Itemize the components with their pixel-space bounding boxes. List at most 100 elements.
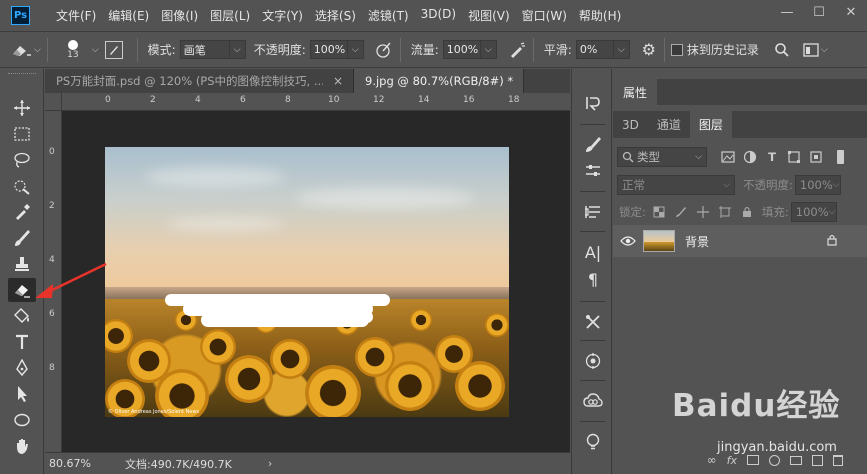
flow-dropdown-arrow-icon[interactable]: ⌵ <box>480 40 497 59</box>
stamp-tool-icon[interactable] <box>8 252 36 276</box>
tab-layers[interactable]: 图层 <box>689 111 732 138</box>
libraries-panel-icon[interactable] <box>583 351 603 371</box>
canvas-workspace[interactable]: © Oliver Andreas Jones/Solent News <box>62 111 570 452</box>
brush-panel-icon[interactable] <box>104 40 123 59</box>
tab-properties[interactable]: 属性 <box>613 79 658 105</box>
lock-position-icon[interactable] <box>694 203 712 221</box>
ruler-h-tick: 10 <box>328 95 340 105</box>
info-panel-icon[interactable] <box>583 202 603 222</box>
menu-type[interactable]: 文字(Y) <box>256 7 309 24</box>
tab-psd-document[interactable]: PS万能封面.psd @ 120% (PS中的图像控制技巧, ... × <box>45 69 354 93</box>
hand-tool-icon[interactable] <box>8 434 36 458</box>
toolbar-grip[interactable] <box>8 73 36 75</box>
lock-image-pixels-icon[interactable] <box>672 203 690 221</box>
smooth-field[interactable]: 0% <box>575 40 614 59</box>
lock-artboard-icon[interactable] <box>716 203 734 221</box>
menu-view[interactable]: 视图(V) <box>462 7 516 24</box>
layer-name[interactable]: 背景 <box>685 233 709 250</box>
lock-transparent-pixels-icon[interactable] <box>650 203 668 221</box>
menu-window[interactable]: 窗口(W) <box>516 7 573 24</box>
creative-cloud-panel-icon[interactable] <box>583 391 603 411</box>
layer-row-background[interactable]: 背景 <box>613 225 867 257</box>
lasso-tool-icon[interactable] <box>8 148 36 172</box>
eraser-preset-icon[interactable]: ⌵ <box>10 41 41 59</box>
quick-selection-tool-icon[interactable] <box>8 174 36 198</box>
opacity-field[interactable]: 100% <box>309 40 348 59</box>
learn-panel-lightbulb-icon[interactable] <box>583 432 603 452</box>
brush-dropdown-arrow-icon[interactable]: ⌵ <box>92 45 99 55</box>
workspace-switcher-icon[interactable]: ⌵ <box>803 41 829 59</box>
type-tool-icon[interactable] <box>8 330 36 354</box>
ruler-v-tick: 4 <box>49 255 55 265</box>
filter-shape-layers-icon[interactable] <box>785 148 803 166</box>
document-size-info[interactable]: 文档:490.7K/490.7K <box>125 456 232 472</box>
paint-bucket-tool-icon[interactable] <box>8 304 36 328</box>
vertical-ruler[interactable]: 0 2 4 6 8 <box>45 111 62 452</box>
blend-mode-select[interactable]: 正常 ⌵ <box>617 175 735 195</box>
filter-search-icon <box>622 151 634 163</box>
sunflower-photo[interactable]: © Oliver Andreas Jones/Solent News <box>105 147 509 417</box>
pen-tool-icon[interactable] <box>8 356 36 380</box>
menu-file[interactable]: 文件(F) <box>50 7 102 24</box>
menu-select[interactable]: 选择(S) <box>309 7 362 24</box>
menu-3d[interactable]: 3D(D) <box>415 7 462 24</box>
history-panel-icon[interactable] <box>583 93 603 113</box>
tab-jpg-document[interactable]: 9.jpg @ 80.7%(RGB/8#) * × <box>354 69 524 93</box>
brush-size-picker[interactable]: 13 <box>60 39 86 60</box>
airbrush-icon[interactable] <box>507 40 527 60</box>
mode-dropdown-arrow-icon[interactable]: ⌵ <box>229 40 246 59</box>
fill-field[interactable]: 100% ⌵ <box>790 202 837 222</box>
minimize-button[interactable]: — <box>771 0 803 24</box>
horizontal-ruler[interactable]: 0 2 4 6 8 10 12 14 16 18 <box>62 93 570 111</box>
character-panel-icon[interactable]: A| <box>583 242 603 262</box>
lock-all-icon[interactable] <box>738 203 756 221</box>
layer-visibility-eye-icon[interactable] <box>613 236 643 246</box>
maximize-button[interactable]: ☐ <box>803 0 835 24</box>
pressure-opacity-icon[interactable] <box>374 40 394 60</box>
layer-filter-row: 类型 ⌵ T <box>613 145 867 169</box>
erase-to-history-checkbox[interactable] <box>670 43 683 56</box>
tool-presets-panel-icon[interactable] <box>583 312 603 332</box>
ruler-h-tick: 4 <box>195 95 201 105</box>
filter-toggle-icon[interactable] <box>831 148 849 166</box>
brush-settings-panel-icon[interactable] <box>583 135 603 155</box>
path-selection-tool-icon[interactable] <box>8 382 36 406</box>
mode-select[interactable]: 画笔 <box>179 40 230 59</box>
marquee-tool-icon[interactable] <box>8 122 36 146</box>
flow-field[interactable]: 100% <box>442 40 481 59</box>
zoom-level-field[interactable]: 80.67% <box>45 457 91 470</box>
filter-pixel-layers-icon[interactable] <box>719 148 737 166</box>
paragraph-panel-icon[interactable]: ¶ <box>583 269 603 289</box>
ps-logo-icon[interactable]: Ps <box>11 6 30 25</box>
menu-layer[interactable]: 图层(L) <box>204 7 256 24</box>
menu-help[interactable]: 帮助(H) <box>573 7 627 24</box>
ruler-corner[interactable] <box>45 93 62 111</box>
flow-label: 流量: <box>410 43 439 57</box>
smooth-dropdown-arrow-icon[interactable]: ⌵ <box>613 40 630 59</box>
layer-opacity-field[interactable]: 100% ⌵ <box>794 175 841 195</box>
tab-psd-close-icon[interactable]: × <box>333 74 343 88</box>
smooth-settings-gear-icon[interactable]: ⚙ <box>640 40 658 59</box>
eraser-tool-icon[interactable] <box>8 278 36 302</box>
menu-edit[interactable]: 编辑(E) <box>102 7 155 24</box>
layer-filter-select[interactable]: 类型 ⌵ <box>617 147 707 167</box>
move-tool-icon[interactable] <box>8 96 36 120</box>
filter-adjustment-layers-icon[interactable] <box>741 148 759 166</box>
adjustments-panel-icon[interactable] <box>583 161 603 181</box>
properties-panel-header: 属性 <box>613 79 867 105</box>
tab-channels[interactable]: 通道 <box>648 111 690 138</box>
close-button[interactable]: ✕ <box>835 0 867 24</box>
opacity-dropdown-arrow-icon[interactable]: ⌵ <box>347 40 364 59</box>
ellipse-tool-icon[interactable] <box>8 408 36 432</box>
status-menu-arrow-icon[interactable]: › <box>268 457 272 470</box>
eyedropper-tool-icon[interactable] <box>8 200 36 224</box>
tab-3d[interactable]: 3D <box>613 111 648 138</box>
filter-type-layers-icon[interactable]: T <box>763 148 781 166</box>
menu-filter[interactable]: 滤镜(T) <box>362 7 415 24</box>
brush-tool-icon[interactable] <box>8 226 36 250</box>
filter-smart-objects-icon[interactable] <box>807 148 825 166</box>
search-icon[interactable] <box>773 41 791 59</box>
menu-image[interactable]: 图像(I) <box>155 7 204 24</box>
layer-lock-icon[interactable] <box>827 234 837 249</box>
tab-jpg-close-icon[interactable]: × <box>523 74 524 88</box>
